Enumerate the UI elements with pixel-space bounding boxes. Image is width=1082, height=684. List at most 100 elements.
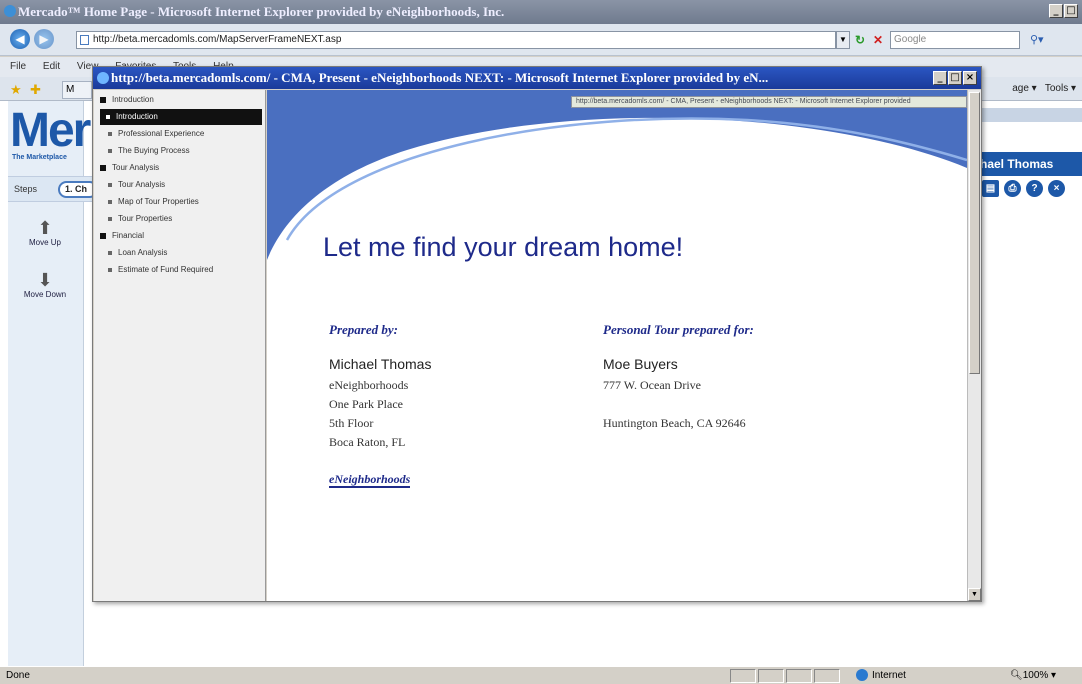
bullet-icon — [100, 232, 106, 239]
refresh-icon[interactable]: ↻ — [852, 32, 868, 48]
popup-title: http://beta.mercadomls.com/ - CMA, Prese… — [111, 70, 769, 85]
forward-button[interactable]: ▶ — [34, 29, 54, 49]
nav-item-estimate-of-fund-required[interactable]: Estimate of Fund Required — [108, 262, 213, 278]
move-up-label: Move Up — [28, 238, 61, 247]
eneighborhoods-logo: eNeighborhoods — [329, 472, 411, 488]
outer-window-controls: _ □ — [1049, 4, 1078, 18]
user-name-header: hael Thomas — [978, 152, 1082, 176]
browser-tab[interactable]: M — [62, 81, 92, 99]
page-menu-button[interactable]: age ▾ — [1012, 83, 1036, 94]
status-cell — [814, 669, 840, 683]
close-circle-icon[interactable]: × — [1048, 180, 1065, 197]
nav-item-introduction[interactable]: Introduction — [100, 109, 262, 125]
tools-menu-button[interactable]: Tools ▾ — [1045, 83, 1076, 94]
save-icon[interactable]: ▤ — [982, 180, 999, 197]
address-dropdown-button[interactable]: ▼ — [836, 31, 850, 49]
arrow-up-icon: ⬆ — [37, 218, 53, 238]
bullet-icon — [108, 250, 112, 255]
nav-item-loan-analysis[interactable]: Loan Analysis — [108, 245, 167, 261]
stop-icon[interactable]: ✕ — [870, 32, 886, 48]
bullet-icon — [108, 148, 112, 153]
bullet-icon — [108, 267, 112, 272]
status-cell — [730, 669, 756, 683]
prepared-for-label: Personal Tour prepared for: — [603, 322, 754, 337]
agent-address-line-1: One Park Place — [329, 397, 403, 411]
favorites-star-icon[interactable]: ★ — [10, 82, 22, 98]
nav-section-introduction[interactable]: Introduction — [100, 92, 260, 108]
scroll-down-arrow-icon[interactable]: ▼ — [968, 588, 981, 601]
agent-city: Boca Raton, FL — [329, 435, 406, 449]
nav-section-financial[interactable]: Financial — [100, 228, 144, 244]
help-icon[interactable]: ? — [1026, 180, 1043, 197]
bullet-icon — [106, 114, 110, 119]
client-name: Moe Buyers — [603, 356, 678, 372]
security-zone[interactable]: Internet — [856, 667, 906, 684]
presentation-nav-panel: Introduction Introduction Professional E… — [94, 90, 266, 601]
globe-icon — [856, 669, 868, 682]
search-input[interactable]: Google — [890, 31, 1020, 49]
search-icon[interactable]: ⚲▾ — [1030, 31, 1060, 49]
move-down-label: Move Down — [23, 290, 67, 299]
arrow-down-icon: ⬇ — [37, 270, 53, 290]
title-tooltip: http://beta.mercadomls.com/ - CMA, Prese… — [571, 96, 967, 108]
presentation-content: http://beta.mercadomls.com/ - CMA, Prese… — [267, 90, 967, 601]
bullet-icon — [108, 131, 112, 136]
presentation-popup-window: http://beta.mercadomls.com/ - CMA, Prese… — [92, 66, 982, 602]
steps-label: Steps — [14, 184, 38, 194]
bullet-icon — [108, 199, 112, 204]
mercado-logo: Mer — [10, 104, 91, 157]
status-cells — [730, 669, 840, 683]
page-icon — [80, 35, 89, 45]
nav-item-buying-process[interactable]: The Buying Process — [108, 143, 190, 159]
status-bar: Done Internet 🔍︎100% ▾ — [0, 666, 1082, 684]
steps-bar: Steps 1. Ch — [8, 176, 98, 202]
scrollbar-thumb[interactable] — [969, 92, 980, 374]
ie-logo-icon — [4, 5, 16, 17]
outer-window-title: Mercado™ Home Page - Microsoft Internet … — [18, 4, 505, 19]
agent-company: eNeighborhoods — [329, 378, 409, 392]
nav-section-tour-analysis[interactable]: Tour Analysis — [100, 160, 159, 176]
header-icons: ▤ ⎙ ? × — [982, 180, 1065, 197]
bullet-icon — [100, 164, 106, 171]
menu-edit[interactable]: Edit — [43, 61, 60, 72]
popup-window-controls: _ □ × — [933, 71, 977, 85]
popup-maximize-button[interactable]: □ — [948, 71, 962, 85]
page-headline: Let me find your dream home! — [323, 232, 684, 262]
popup-close-button[interactable]: × — [963, 71, 977, 85]
bullet-icon — [100, 96, 106, 103]
zoom-level[interactable]: 🔍︎100% ▾ — [1010, 667, 1056, 684]
prepared-by-label: Prepared by: — [329, 322, 398, 337]
client-address-line-1: 777 W. Ocean Drive — [603, 378, 701, 392]
status-cell — [758, 669, 784, 683]
address-toolbar: ◀ ▶ http://beta.mercadomls.com/MapServer… — [0, 24, 1082, 56]
client-city: Huntington Beach, CA 92646 — [603, 416, 746, 430]
popup-minimize-button[interactable]: _ — [933, 71, 947, 85]
menu-file[interactable]: File — [10, 61, 26, 72]
background-header-strip — [978, 108, 1082, 122]
bullet-icon — [108, 216, 112, 221]
back-button[interactable]: ◀ — [10, 29, 30, 49]
address-input[interactable]: http://beta.mercadomls.com/MapServerFram… — [76, 31, 836, 49]
command-bar: age ▾ Tools ▾ — [1012, 81, 1076, 97]
move-up-button[interactable]: ⬆ Move Up — [18, 218, 72, 247]
vertical-scrollbar[interactable]: ▼ — [967, 90, 981, 601]
status-text: Done — [6, 670, 30, 681]
nav-item-tour-analysis[interactable]: Tour Analysis — [108, 177, 165, 193]
outer-window-title-bar[interactable]: Mercado™ Home Page - Microsoft Internet … — [0, 0, 1082, 24]
address-url: http://beta.mercadomls.com/MapServerFram… — [93, 34, 342, 45]
agent-address-line-2: 5th Floor — [329, 416, 374, 430]
nav-item-tour-properties[interactable]: Tour Properties — [108, 211, 172, 227]
agent-name: Michael Thomas — [329, 356, 432, 372]
move-down-button[interactable]: ⬇ Move Down — [18, 270, 72, 299]
mercado-tagline: The Marketplace — [12, 154, 67, 161]
bullet-icon — [108, 182, 112, 187]
maximize-button[interactable]: □ — [1064, 4, 1078, 18]
status-cell — [786, 669, 812, 683]
minimize-button[interactable]: _ — [1049, 4, 1063, 18]
nav-item-map-of-tour-properties[interactable]: Map of Tour Properties — [108, 194, 199, 210]
add-favorite-icon[interactable]: ✚ — [30, 82, 41, 98]
nav-item-professional-experience[interactable]: Professional Experience — [108, 126, 204, 142]
ie-logo-icon — [97, 72, 109, 84]
print-icon[interactable]: ⎙ — [1004, 180, 1021, 197]
popup-title-bar[interactable]: http://beta.mercadomls.com/ - CMA, Prese… — [93, 67, 981, 89]
